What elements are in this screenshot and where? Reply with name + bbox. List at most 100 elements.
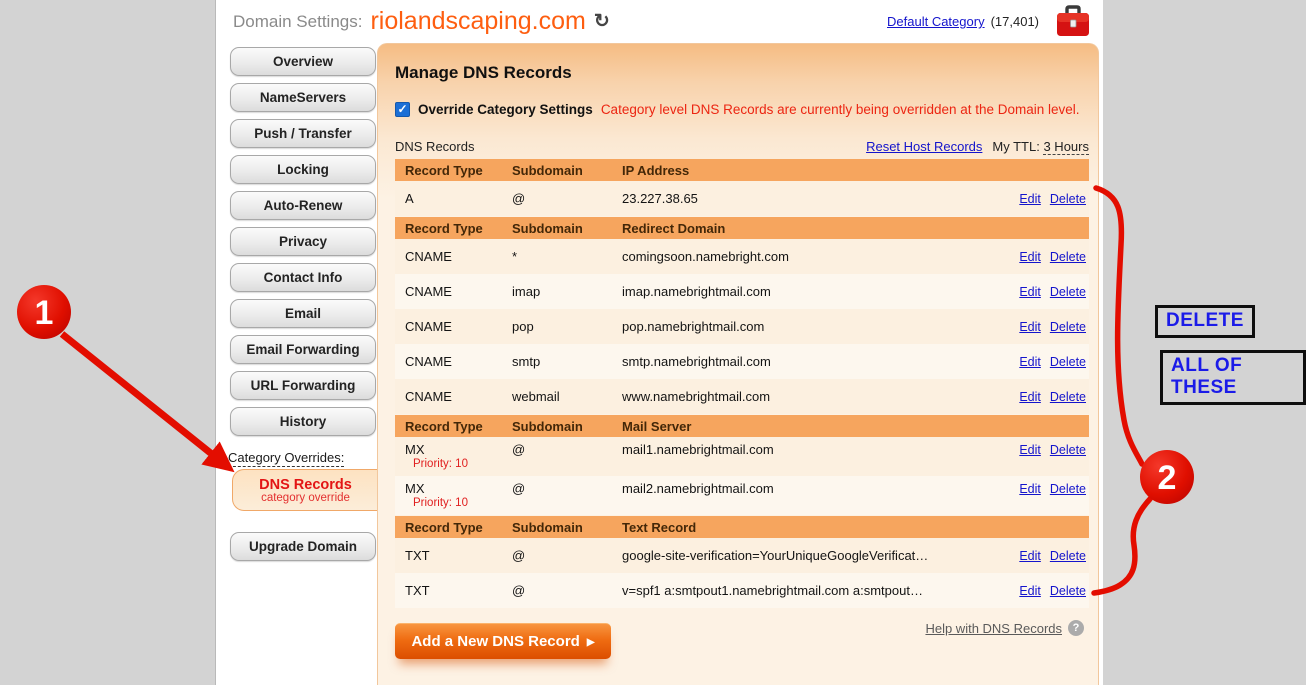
table-section-header: Record TypeSubdomainText Record — [395, 516, 1089, 538]
delete-link[interactable]: Delete — [1050, 549, 1086, 563]
sidebar-item-upgrade-domain[interactable]: Upgrade Domain — [230, 532, 376, 561]
briefcase-icon[interactable] — [1055, 5, 1091, 39]
delete-link[interactable]: Delete — [1050, 482, 1086, 496]
sidebar-item-email[interactable]: Email — [230, 299, 376, 328]
record-subdomain: smtp — [512, 354, 622, 369]
column-header-subdomain: Subdomain — [512, 520, 622, 535]
sidebar-item-url-forwarding[interactable]: URL Forwarding — [230, 371, 376, 400]
edit-link[interactable]: Edit — [1019, 285, 1041, 299]
dns-panel: Manage DNS Records ✓ Override Category S… — [377, 43, 1099, 685]
override-settings-row: ✓ Override Category Settings Category le… — [395, 102, 1080, 117]
row-actions: Edit Delete — [1010, 389, 1089, 404]
row-actions: Edit Delete — [1010, 583, 1089, 598]
record-subdomain: * — [512, 249, 622, 264]
records-toolbar: DNS Records Reset Host Records My TTL: 3… — [395, 139, 1089, 154]
sidebar-item-locking[interactable]: Locking — [230, 155, 376, 184]
edit-link[interactable]: Edit — [1019, 250, 1041, 264]
record-type: CNAME — [405, 354, 512, 369]
column-header-value: IP Address — [622, 163, 1089, 178]
record-type-cell: MXPriority: 10 — [395, 442, 512, 470]
annotation-all-of-these-box: ALL OF THESE — [1160, 350, 1306, 405]
record-type-cell: MXPriority: 10 — [395, 481, 512, 509]
edit-link[interactable]: Edit — [1019, 482, 1041, 496]
record-subdomain: @ — [512, 442, 622, 457]
edit-link[interactable]: Edit — [1019, 192, 1041, 206]
add-dns-record-button[interactable]: Add a New DNS Record ▶ — [395, 623, 611, 659]
sidebar-item-contact-info[interactable]: Contact Info — [230, 263, 376, 292]
record-value: imap.namebrightmail.com — [622, 284, 1010, 299]
sidebar-item-history[interactable]: History — [230, 407, 376, 436]
table-row: CNAMEimapimap.namebrightmail.com Edit Dele… — [395, 274, 1089, 309]
edit-link[interactable]: Edit — [1019, 355, 1041, 369]
table-row: A@23.227.38.65EditDelete — [395, 181, 1089, 216]
column-header-value: Redirect Domain — [622, 221, 1089, 236]
record-type: CNAME — [405, 249, 512, 264]
annotation-circle-2 — [1140, 450, 1194, 504]
refresh-icon[interactable]: ↻ — [594, 10, 610, 33]
record-value: pop.namebrightmail.com — [622, 319, 1010, 334]
record-subdomain: imap — [512, 284, 622, 299]
row-actions: Edit Delete — [1010, 284, 1089, 299]
row-actions: Edit Delete — [1010, 191, 1089, 206]
help-with-dns-records-link[interactable]: Help with DNS Records — [925, 621, 1062, 636]
ttl-value[interactable]: 3 Hours — [1043, 139, 1089, 155]
sidebar-item-email-forwarding[interactable]: Email Forwarding — [230, 335, 376, 364]
edit-link[interactable]: Edit — [1019, 390, 1041, 404]
sidebar-item-dns-records[interactable]: DNS Records category override — [232, 469, 378, 511]
row-actions: Edit Delete — [1010, 249, 1089, 264]
delete-link[interactable]: Delete — [1050, 285, 1086, 299]
record-type: CNAME — [405, 319, 512, 334]
record-value: 23.227.38.65 — [622, 191, 1010, 206]
override-category-checkbox[interactable]: ✓ — [395, 102, 410, 117]
domain-settings-page: Domain Settings: riolandscaping.com ↻ De… — [215, 0, 1103, 685]
edit-link[interactable]: Edit — [1019, 320, 1041, 334]
record-subdomain: @ — [512, 583, 622, 598]
override-warning-text: Category level DNS Records are currently… — [601, 102, 1080, 117]
delete-link[interactable]: Delete — [1050, 250, 1086, 264]
delete-link[interactable]: Delete — [1050, 355, 1086, 369]
sidebar-item-push-transfer[interactable]: Push / Transfer — [230, 119, 376, 148]
record-value: mail2.namebrightmail.com — [622, 481, 1010, 496]
dns-records-label: DNS Records — [395, 139, 474, 154]
domain-name: riolandscaping.com — [370, 7, 585, 36]
category-overrides-label: Category Overrides: — [228, 450, 344, 467]
record-type-cell: TXT — [395, 548, 512, 563]
delete-link[interactable]: Delete — [1050, 192, 1086, 206]
record-subdomain: @ — [512, 191, 622, 206]
row-actions: Edit Delete — [1010, 548, 1089, 563]
annotation-number-1: 1 — [35, 294, 54, 332]
domain-settings-label: Domain Settings: — [233, 12, 362, 32]
sidebar-item-nameservers[interactable]: NameServers — [230, 83, 376, 112]
page-header: Domain Settings: riolandscaping.com ↻ De… — [216, 0, 1103, 43]
delete-link[interactable]: Delete — [1050, 320, 1086, 334]
delete-link[interactable]: Delete — [1050, 584, 1086, 598]
edit-link[interactable]: Edit — [1019, 549, 1041, 563]
record-value: comingsoon.namebright.com — [622, 249, 1010, 264]
edit-link[interactable]: Edit — [1019, 443, 1041, 457]
category-count: (17,401) — [991, 14, 1039, 29]
annotation-arrow-1 — [62, 334, 228, 467]
column-header-subdomain: Subdomain — [512, 163, 622, 178]
record-type-cell: CNAME — [395, 284, 512, 299]
row-actions: Edit Delete — [1010, 481, 1089, 496]
row-actions: Edit Delete — [1010, 319, 1089, 334]
question-mark-icon[interactable]: ? — [1068, 620, 1084, 636]
record-type: TXT — [405, 583, 512, 598]
override-checkbox-label: Override Category Settings — [418, 102, 593, 117]
edit-link[interactable]: Edit — [1019, 584, 1041, 598]
sidebar-item-overview[interactable]: Overview — [230, 47, 376, 76]
table-row: CNAMEwebmailwww.namebrightmail.comEditDe… — [395, 379, 1089, 414]
sidebar-item-privacy[interactable]: Privacy — [230, 227, 376, 256]
delete-link[interactable]: Delete — [1050, 443, 1086, 457]
table-row: MXPriority: 10@mail2.namebrightmail.comE… — [395, 476, 1089, 515]
annotation-delete-box: DELETE — [1155, 305, 1255, 338]
sidebar-item-auto-renew[interactable]: Auto-Renew — [230, 191, 376, 220]
record-priority: Priority: 10 — [405, 497, 512, 509]
record-value: v=spf1 a:smtpout1.namebrightmail.com a:s… — [622, 583, 1010, 598]
delete-link[interactable]: Delete — [1050, 390, 1086, 404]
table-section-header: Record TypeSubdomainMail Server — [395, 415, 1089, 437]
record-type: MX — [405, 442, 512, 457]
row-actions: Edit Delete — [1010, 354, 1089, 369]
reset-host-records-link[interactable]: Reset Host Records — [866, 139, 982, 154]
default-category-link[interactable]: Default Category — [887, 14, 985, 29]
